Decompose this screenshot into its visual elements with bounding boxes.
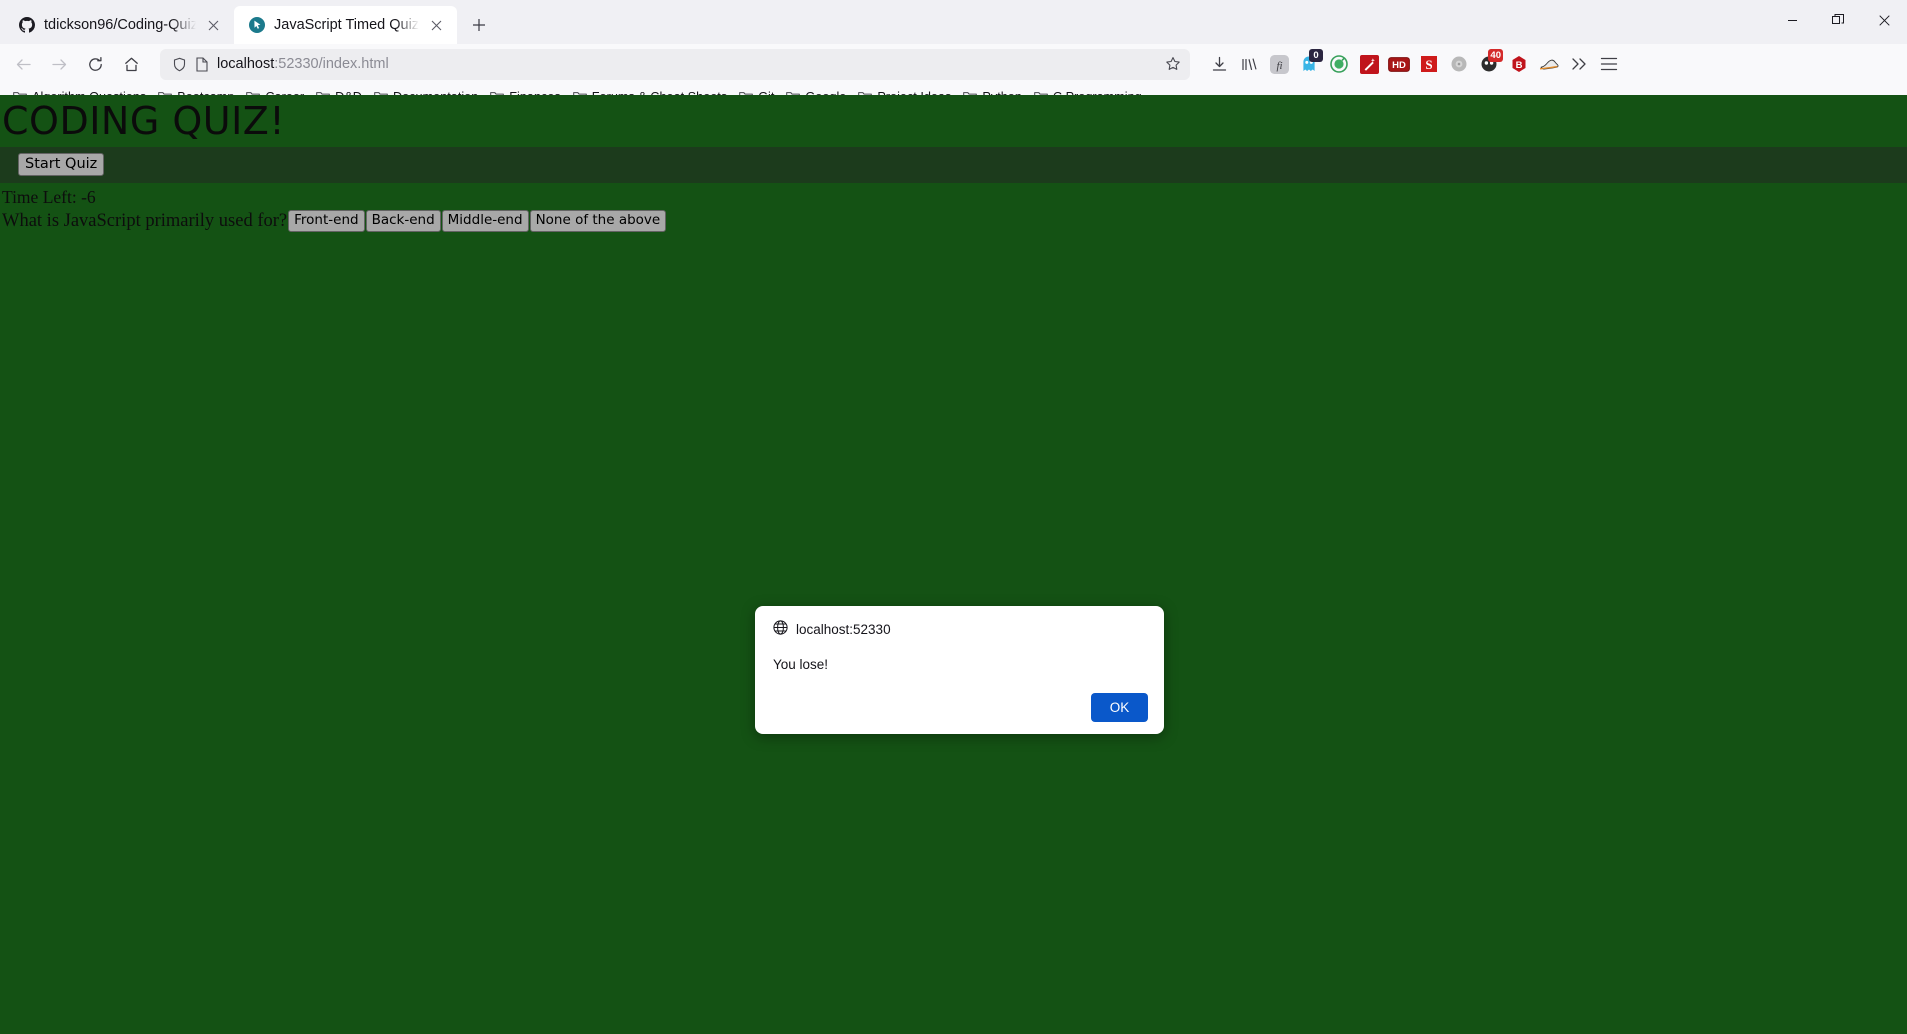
- url-path: :52330/index.html: [274, 56, 389, 72]
- ghost-blocker-icon[interactable]: 0: [1294, 48, 1324, 80]
- green-circle-extension-icon[interactable]: [1324, 48, 1354, 80]
- answer-option-front-end[interactable]: Front-end: [288, 209, 365, 233]
- url-bar[interactable]: localhost:52330/index.html: [160, 48, 1190, 80]
- close-button[interactable]: [1861, 0, 1907, 40]
- app-menu-icon[interactable]: [1594, 48, 1624, 80]
- bookmark-star-icon[interactable]: [1165, 56, 1181, 72]
- overflow-chevrons-icon[interactable]: [1564, 48, 1594, 80]
- extension-toolbar: fi 0 HD S 40 B: [1200, 48, 1624, 80]
- restore-button[interactable]: [1815, 0, 1861, 40]
- ghost-blocker-badge: 0: [1309, 49, 1323, 62]
- url-host: localhost: [217, 56, 275, 72]
- question-text: What is JavaScript primarily used for?: [2, 210, 288, 231]
- url-text[interactable]: localhost:52330/index.html: [217, 56, 1157, 72]
- downloads-icon[interactable]: [1204, 48, 1234, 80]
- tab-strip: tdickson96/Coding-Quiz: Creati JavaScrip…: [0, 0, 1907, 44]
- quiz-body: Time Left: -6 What is JavaScript primari…: [0, 183, 1907, 233]
- shield-icon: [172, 57, 187, 72]
- dialog-origin-text: localhost:52330: [796, 621, 891, 637]
- dialog-ok-button[interactable]: OK: [1091, 693, 1148, 722]
- window-controls: [1769, 0, 1907, 40]
- alert-dialog: localhost:52330 You lose! OK: [755, 606, 1164, 734]
- svg-text:B: B: [1516, 60, 1523, 71]
- tab-title: JavaScript Timed Quiz: [274, 17, 420, 33]
- cursor-arrow-icon: [248, 17, 265, 34]
- answer-option-middle-end[interactable]: Middle-end: [441, 209, 529, 233]
- library-icon[interactable]: [1234, 48, 1264, 80]
- b-hexagon-extension-icon[interactable]: B: [1504, 48, 1534, 80]
- tab-close-icon[interactable]: [205, 17, 222, 34]
- dialog-origin-row: localhost:52330: [773, 620, 1148, 638]
- quiz-page: CODING QUIZ! Start Quiz Time Left: -6 Wh…: [0, 95, 1907, 1034]
- tab-javascript-quiz[interactable]: JavaScript Timed Quiz: [234, 6, 458, 44]
- dialog-actions: OK: [773, 693, 1148, 722]
- fi-extension-icon[interactable]: fi: [1264, 48, 1294, 80]
- quiz-navbar: Start Quiz: [0, 146, 1907, 183]
- magic-wand-extension-icon[interactable]: [1354, 48, 1384, 80]
- tab-title: tdickson96/Coding-Quiz: Creati: [44, 17, 196, 33]
- dialog-message: You lose!: [773, 657, 829, 672]
- home-icon[interactable]: [114, 48, 148, 80]
- hd-video-extension-icon[interactable]: HD: [1384, 48, 1414, 80]
- svg-text:S: S: [1425, 57, 1432, 72]
- new-tab-button[interactable]: [463, 9, 495, 41]
- s-extension-icon[interactable]: S: [1414, 48, 1444, 80]
- back-arrow-icon[interactable]: [6, 48, 40, 80]
- navigation-toolbar: localhost:52330/index.html fi 0 HD S 40 …: [0, 44, 1907, 84]
- tab-close-icon[interactable]: [428, 17, 445, 34]
- forward-arrow-icon[interactable]: [42, 48, 76, 80]
- dark-circle-badge: 40: [1488, 49, 1503, 62]
- dark-circle-extension-icon[interactable]: 40: [1474, 48, 1504, 80]
- page-title: CODING QUIZ!: [2, 99, 286, 143]
- question-row: What is JavaScript primarily used for? F…: [1, 209, 1907, 233]
- svg-text:fi: fi: [1276, 60, 1282, 72]
- browser-window: tdickson96/Coding-Quiz: Creati JavaScrip…: [0, 0, 1907, 1034]
- sneaker-extension-icon[interactable]: [1534, 48, 1564, 80]
- globe-icon: [773, 620, 788, 638]
- answer-option-none-of-the-above[interactable]: None of the above: [529, 209, 667, 233]
- svg-text:HD: HD: [1392, 60, 1406, 71]
- answer-option-back-end[interactable]: Back-end: [365, 209, 441, 233]
- gray-disc-extension-icon[interactable]: [1444, 48, 1474, 80]
- reload-icon[interactable]: [78, 48, 112, 80]
- start-quiz-button[interactable]: Start Quiz: [18, 153, 105, 177]
- tab-github[interactable]: tdickson96/Coding-Quiz: Creati: [4, 6, 234, 44]
- minimize-button[interactable]: [1769, 0, 1815, 40]
- github-icon: [18, 17, 35, 34]
- timer-label: Time Left: -6: [2, 186, 96, 207]
- page-doc-icon: [195, 56, 209, 72]
